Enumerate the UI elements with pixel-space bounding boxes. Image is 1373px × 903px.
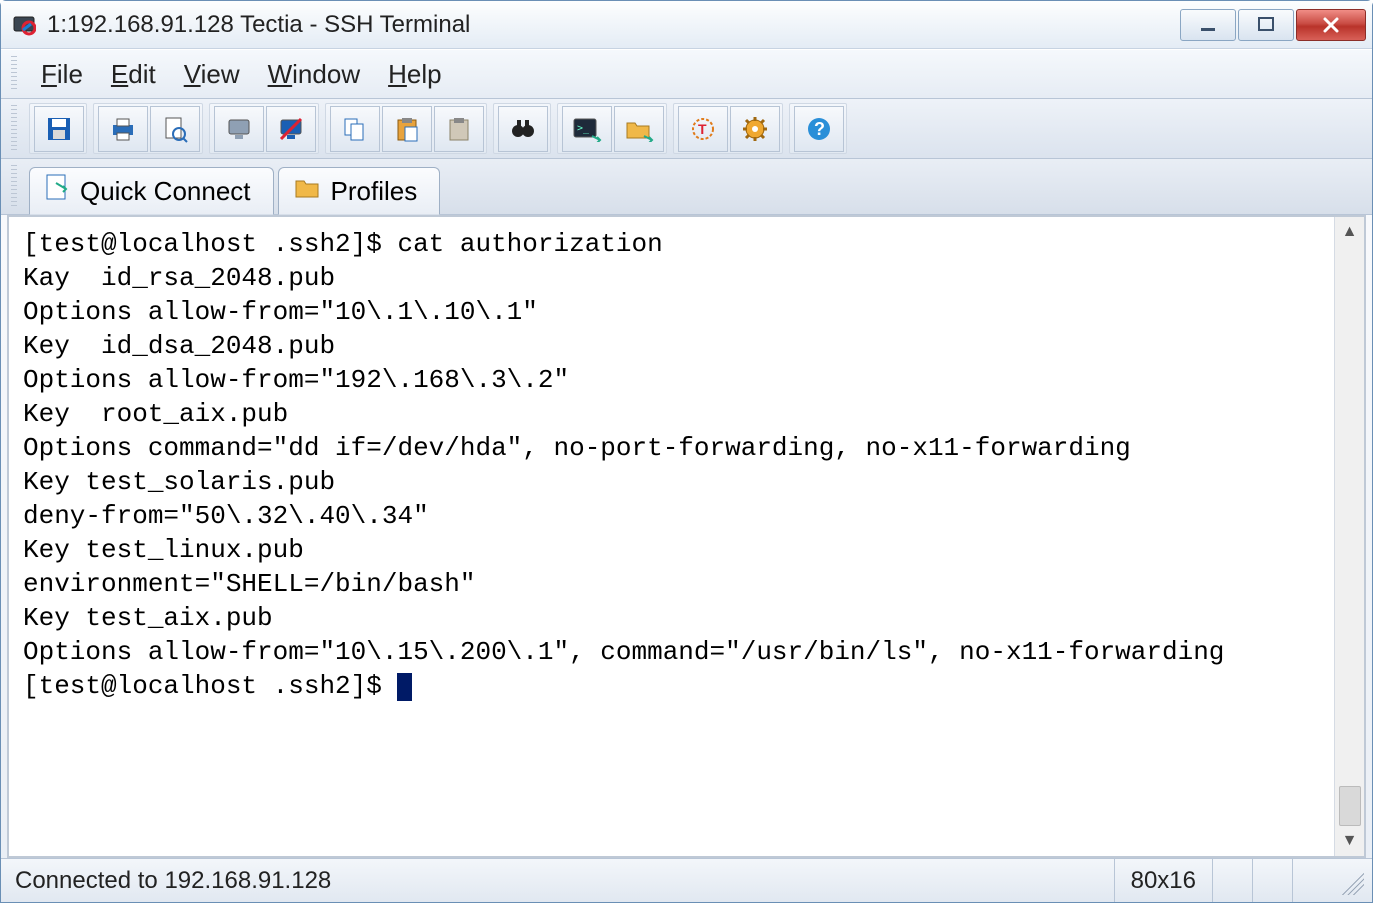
folder-arrow-icon bbox=[624, 116, 654, 142]
scroll-down-button[interactable]: ▼ bbox=[1339, 830, 1361, 852]
scroll-up-button[interactable]: ▲ bbox=[1339, 221, 1361, 243]
paste-icon bbox=[393, 115, 421, 143]
monitor-slash-icon bbox=[277, 115, 305, 143]
print-preview-icon bbox=[161, 115, 189, 143]
monitor-icon bbox=[225, 115, 253, 143]
gear-t-icon: T bbox=[689, 115, 717, 143]
terminal-button[interactable]: >_ bbox=[562, 106, 612, 152]
folder-icon bbox=[293, 175, 321, 208]
terminal-area: [test@localhost .ssh2]$ cat authorizatio… bbox=[7, 215, 1366, 858]
page-arrow-icon bbox=[44, 173, 70, 210]
minimize-button[interactable] bbox=[1180, 9, 1236, 41]
tab-label: Quick Connect bbox=[80, 176, 251, 207]
svg-text:T: T bbox=[698, 121, 707, 137]
menu-help[interactable]: Help bbox=[388, 59, 441, 90]
print-icon bbox=[109, 115, 137, 143]
save-icon bbox=[45, 115, 73, 143]
window-controls bbox=[1178, 9, 1366, 41]
tab-profiles[interactable]: Profiles bbox=[278, 167, 441, 215]
connection-status: Connected to 192.168.91.128 bbox=[15, 867, 331, 895]
terminal-size: 80x16 bbox=[1114, 859, 1212, 902]
app-window: 1:192.168.91.128 Tectia - SSH Terminal F… bbox=[0, 0, 1373, 903]
resize-grip[interactable] bbox=[1336, 867, 1364, 895]
print-preview-button[interactable] bbox=[150, 106, 200, 152]
close-button[interactable] bbox=[1296, 9, 1366, 41]
terminal-cursor bbox=[397, 673, 412, 701]
terminal-icon: >_ bbox=[572, 116, 602, 142]
file-transfer-button[interactable] bbox=[614, 106, 664, 152]
menu-file[interactable]: File bbox=[41, 59, 83, 90]
svg-text:>_: >_ bbox=[577, 123, 590, 134]
help-icon: ? bbox=[805, 115, 833, 143]
statusbar: Connected to 192.168.91.128 80x16 bbox=[1, 858, 1372, 902]
scroll-thumb[interactable] bbox=[1339, 786, 1361, 826]
menu-window[interactable]: Window bbox=[268, 59, 360, 90]
copy-icon bbox=[341, 115, 369, 143]
binoculars-icon bbox=[509, 115, 537, 143]
status-cell-3 bbox=[1292, 859, 1332, 902]
connect-bar-button[interactable] bbox=[266, 106, 316, 152]
menu-edit[interactable]: Edit bbox=[111, 59, 156, 90]
settings-button[interactable] bbox=[730, 106, 780, 152]
tab-quick-connect[interactable]: Quick Connect bbox=[29, 167, 274, 215]
menubar: File Edit View Window Help bbox=[1, 49, 1372, 99]
titlebar: 1:192.168.91.128 Tectia - SSH Terminal bbox=[1, 1, 1372, 49]
save-button[interactable] bbox=[34, 106, 84, 152]
gear-icon bbox=[741, 115, 769, 143]
copy-button[interactable] bbox=[330, 106, 380, 152]
vertical-scrollbar[interactable]: ▲ ▼ bbox=[1334, 217, 1364, 856]
status-cell-2 bbox=[1252, 859, 1292, 902]
terminal-output[interactable]: [test@localhost .ssh2]$ cat authorizatio… bbox=[9, 217, 1334, 856]
svg-text:?: ? bbox=[814, 119, 825, 139]
clipboard-icon bbox=[445, 115, 473, 143]
disconnect-button[interactable] bbox=[214, 106, 264, 152]
tab-strip: Quick Connect Profiles bbox=[1, 159, 1372, 215]
toolbar: >_ T ? bbox=[1, 99, 1372, 159]
print-button[interactable] bbox=[98, 106, 148, 152]
window-title: 1:192.168.91.128 Tectia - SSH Terminal bbox=[47, 11, 1178, 39]
find-button[interactable] bbox=[498, 106, 548, 152]
tab-label: Profiles bbox=[331, 176, 418, 207]
app-icon bbox=[11, 12, 37, 38]
status-cell-1 bbox=[1212, 859, 1252, 902]
paste-button[interactable] bbox=[382, 106, 432, 152]
help-button[interactable]: ? bbox=[794, 106, 844, 152]
tunnels-button[interactable]: T bbox=[678, 106, 728, 152]
paste-selection-button[interactable] bbox=[434, 106, 484, 152]
menu-view[interactable]: View bbox=[184, 59, 240, 90]
maximize-button[interactable] bbox=[1238, 9, 1294, 41]
